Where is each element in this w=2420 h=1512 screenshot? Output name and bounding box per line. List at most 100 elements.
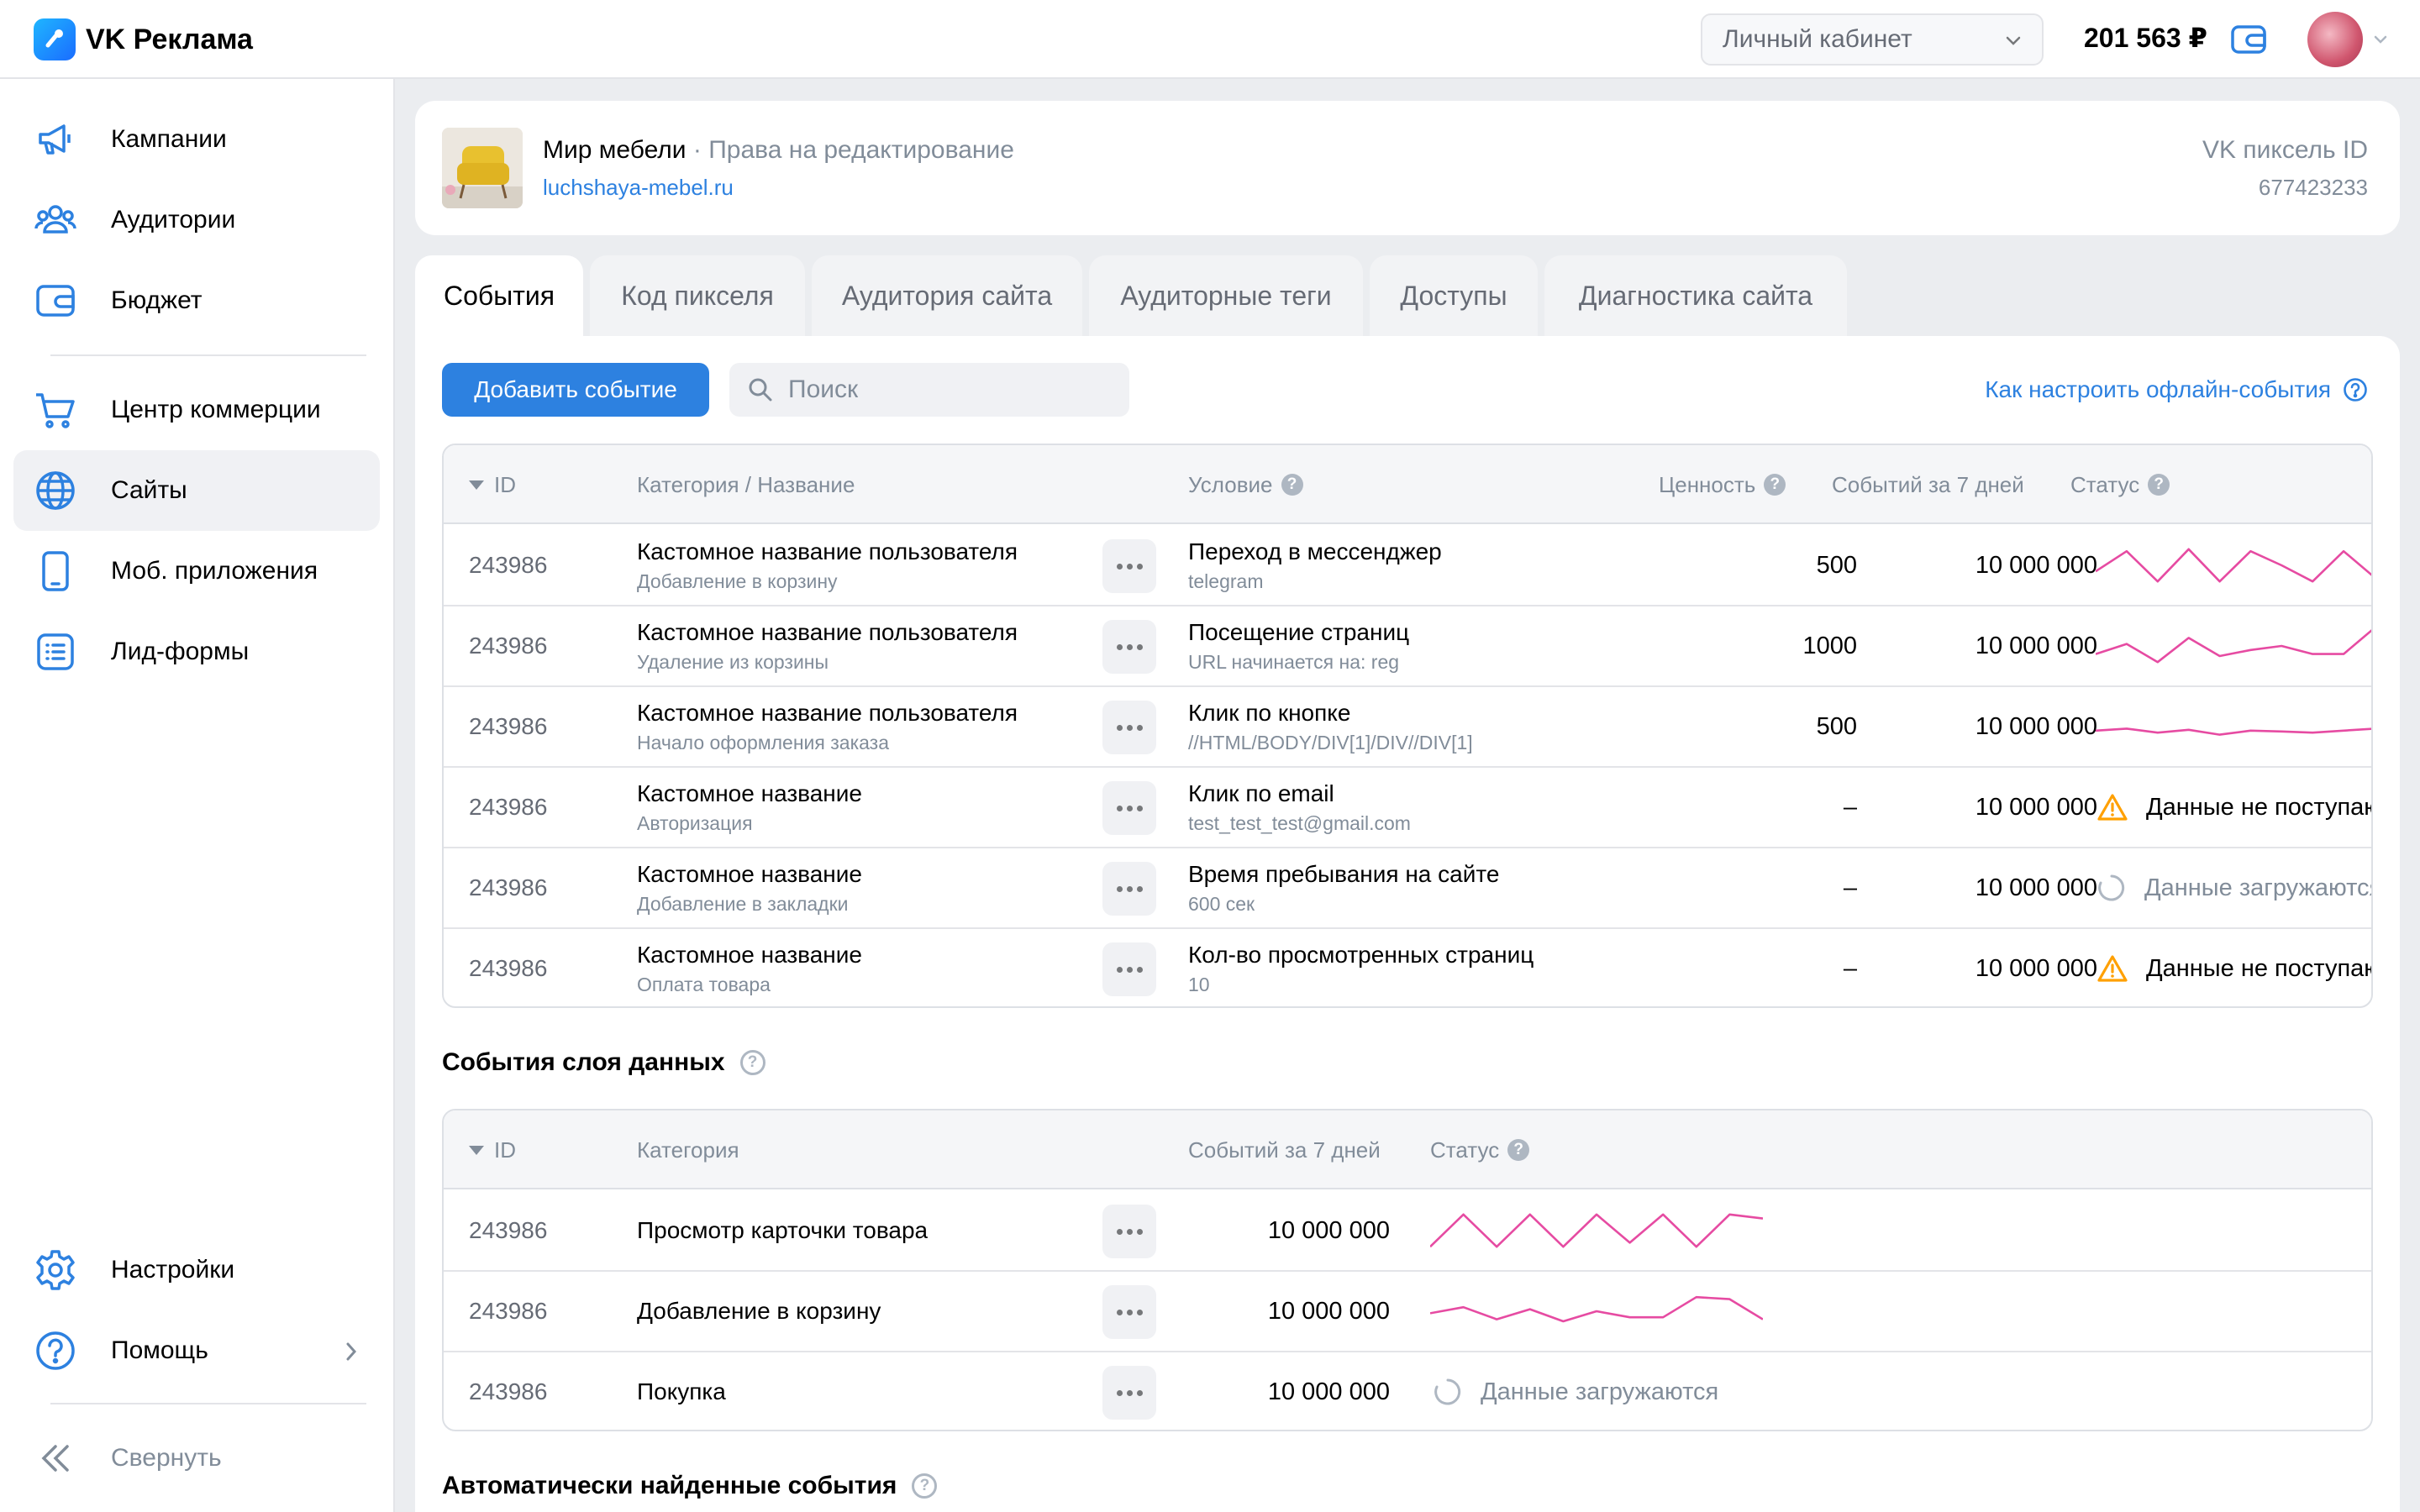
column-id[interactable]: ID (469, 445, 516, 524)
event-condition-value: test_test_test@gmail.com (1188, 811, 1411, 834)
dot-icon (1136, 1228, 1143, 1235)
offline-events-help-link[interactable]: Как настроить офлайн-события (1985, 363, 2368, 417)
balance[interactable]: 201 563 ₽ (2084, 22, 2207, 54)
pixel-label: VK пиксель ID (2202, 136, 2368, 164)
column-id[interactable]: ID (469, 1110, 516, 1189)
more-actions-button[interactable] (1102, 620, 1156, 674)
table-row[interactable]: 243986 Кастомное название Добавление в зак… (444, 848, 2371, 929)
cell-id: 243986 (469, 687, 547, 766)
more-actions-button[interactable] (1102, 862, 1156, 916)
event-count: 10 000 000 (1975, 793, 2097, 821)
help-icon[interactable]: ? (912, 1473, 938, 1499)
tab-site-audience[interactable]: Аудитория сайта (812, 255, 1082, 336)
event-count: 10 000 000 (1975, 954, 2097, 982)
more-actions-button[interactable] (1102, 1205, 1156, 1258)
sidebar-item-audiences[interactable]: Аудитории (13, 180, 380, 260)
dot-icon (1116, 563, 1123, 570)
table-row[interactable]: 243986 Кастомное название пользователя Уда… (444, 606, 2371, 687)
tab-site-diagnostics[interactable]: Диагностика сайта (1544, 255, 1847, 336)
tab-events[interactable]: События (415, 255, 583, 336)
cell-name: Кастомное название пользователя Начало оф… (637, 687, 1018, 766)
dot-icon (1136, 805, 1143, 811)
logo[interactable]: VK Реклама (34, 18, 253, 60)
cell-condition: Посещение страниц URL начинается на: reg (1188, 606, 1409, 685)
help-icon[interactable]: ? (1764, 474, 1786, 496)
table-row[interactable]: 243986 Просмотр карточки товара 10 000 000 (444, 1191, 2371, 1272)
more-actions-button[interactable] (1102, 1285, 1156, 1339)
table-row[interactable]: 243986 Кастомное название Авторизация Клик … (444, 768, 2371, 848)
add-event-button[interactable]: Добавить событие (442, 363, 709, 417)
dot-icon (1126, 1309, 1133, 1315)
sidebar-item-budget[interactable]: Бюджет (13, 260, 380, 341)
cell-count: 10 000 000 (1832, 606, 2097, 685)
search-input[interactable]: Поиск (729, 363, 1129, 417)
event-name: Кастомное название (637, 780, 862, 806)
wallet-icon[interactable] (2230, 22, 2267, 61)
cell-count: 10 000 000 (1188, 1191, 1390, 1270)
more-actions-button[interactable] (1102, 539, 1156, 593)
cell-condition: Время пребывания на сайте 600 сек (1188, 848, 1499, 927)
sidebar-item-campaigns[interactable]: Кампании (13, 99, 380, 180)
dot-icon (1136, 643, 1143, 650)
site-url[interactable]: luchshaya-mebel.ru (543, 175, 734, 201)
table-row[interactable]: 243986 Кастомное название пользователя Доб… (444, 526, 2371, 606)
table-row[interactable]: 243986 Кастомное название Оплата товара Кол… (444, 929, 2373, 1006)
sidebar-collapse-button[interactable]: Свернуть (13, 1418, 380, 1499)
tab-audience-tags[interactable]: Аудиторные теги (1089, 255, 1363, 336)
help-icon (2343, 377, 2368, 402)
status-sparkline (1430, 1213, 1763, 1248)
sidebar-item-leadforms[interactable]: Лид-формы (13, 612, 380, 692)
account-select[interactable]: Личный кабинет (1701, 13, 2044, 66)
tab-access[interactable]: Доступы (1370, 255, 1538, 336)
datalayer-table: ID Категория Событий за 7 дней Статус? 2… (442, 1109, 2373, 1431)
cell-id: 243986 (469, 1272, 547, 1351)
status-sparkline (2096, 629, 2371, 664)
sidebar-item-settings[interactable]: Настройки (13, 1230, 380, 1310)
cell-count: 10 000 000 (1188, 1272, 1390, 1351)
sidebar-item-apps[interactable]: Моб. приложения (13, 531, 380, 612)
table-row[interactable]: 243986 Покупка 10 000 000 Данные загружаютс… (444, 1352, 2371, 1430)
status-text: Данные не поступают (2146, 793, 2373, 821)
dot-icon (1136, 724, 1143, 731)
event-id: 243986 (469, 552, 548, 578)
more-actions-button[interactable] (1102, 1366, 1156, 1420)
event-count: 10 000 000 (1975, 874, 2097, 901)
more-actions-button[interactable] (1102, 942, 1156, 996)
column-condition: Условие? (1188, 445, 1303, 524)
help-icon[interactable]: ? (1507, 1139, 1530, 1161)
phone-icon (30, 546, 81, 596)
users-icon (30, 195, 81, 245)
tab-pixel-code[interactable]: Код пикселя (590, 255, 805, 336)
warning-icon (2097, 793, 2128, 822)
table-row[interactable]: 243986 Кастомное название пользователя Нач… (444, 687, 2371, 768)
sidebar-item-commerce[interactable]: Центр коммерции (13, 370, 380, 450)
help-icon[interactable]: ? (739, 1050, 765, 1075)
search-placeholder: Поиск (788, 375, 859, 403)
dot-icon (1116, 966, 1123, 973)
sparkline-path (2096, 629, 2371, 664)
cell-status (1430, 1191, 1766, 1270)
chevron-down-icon[interactable] (2371, 30, 2390, 53)
more-actions-button[interactable] (1102, 701, 1156, 754)
datalayer-section-title: События слоя данных ? (442, 1048, 765, 1077)
sidebar-item-help[interactable]: Помощь (13, 1310, 380, 1391)
site-thumbnail (442, 128, 523, 208)
table-header: ID Категория / Название Условие? Ценност… (444, 445, 2371, 524)
more-actions-button[interactable] (1102, 781, 1156, 835)
cell-id: 243986 (469, 606, 547, 685)
table-row[interactable]: 243986 Добавление в корзину 10 000 000 (444, 1272, 2371, 1352)
sidebar-item-label: Центр коммерции (111, 396, 321, 423)
cell-status (2096, 687, 2371, 766)
sidebar-collapse-label: Свернуть (111, 1444, 222, 1472)
sidebar-item-sites[interactable]: Сайты (13, 450, 380, 531)
cell-count: 10 000 000 (1832, 768, 2097, 847)
help-icon[interactable]: ? (2148, 474, 2170, 496)
status-text: Данные не поступают (2146, 954, 2373, 982)
dot-icon (1136, 1309, 1143, 1315)
cell-count: 10 000 000 (1832, 929, 2097, 1006)
cell-name: Кастомное название пользователя Добавлени… (637, 526, 1018, 605)
help-icon[interactable]: ? (1281, 474, 1303, 496)
avatar[interactable] (2307, 12, 2363, 67)
sparkline-path (2096, 727, 2371, 736)
event-count: 10 000 000 (1975, 551, 2097, 579)
